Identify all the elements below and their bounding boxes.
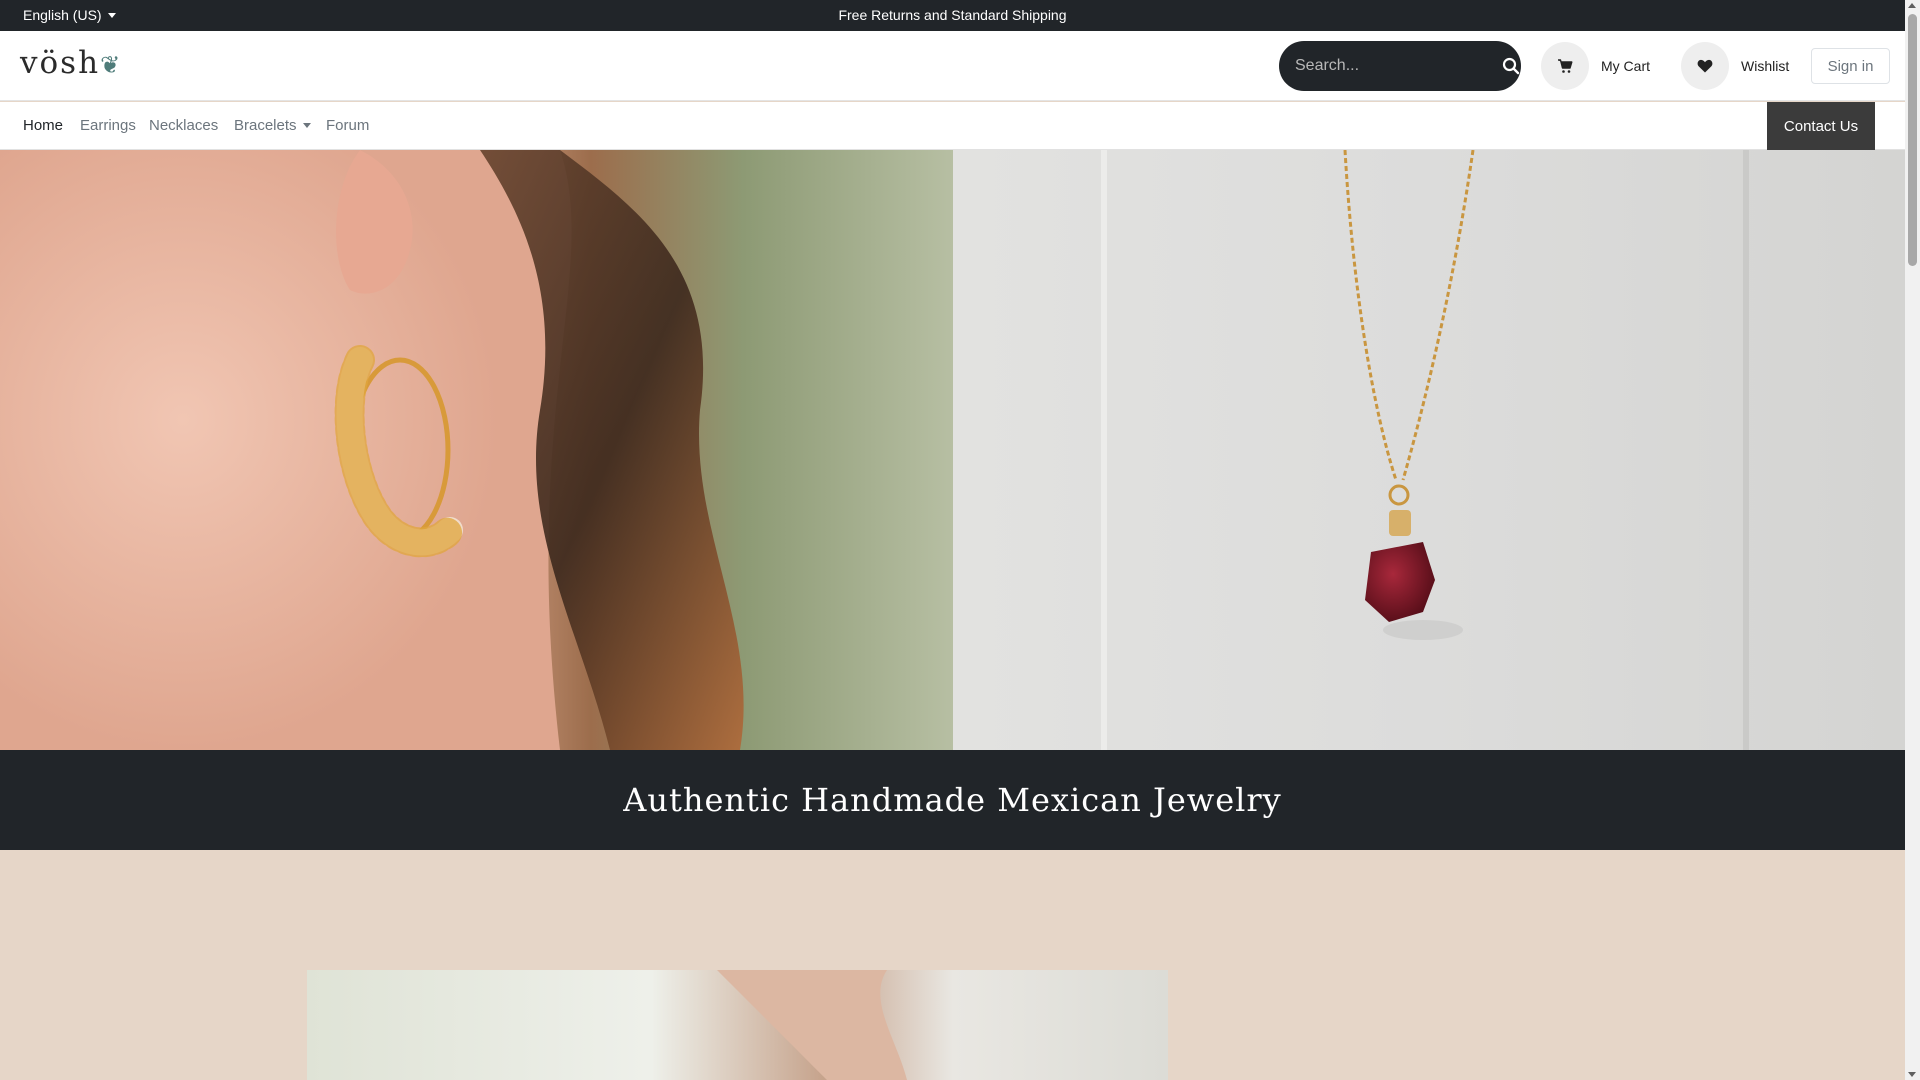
site-logo[interactable]: vösh❦	[20, 45, 122, 81]
search-bar	[1279, 41, 1521, 91]
scroll-down-icon[interactable]	[1908, 1072, 1916, 1077]
hero-section	[0, 150, 1905, 750]
nav-item-label: Forum	[326, 117, 370, 134]
bracelet-photo	[307, 970, 1168, 1080]
logo-mark: ❦	[100, 51, 123, 79]
cart-icon	[1558, 58, 1573, 73]
search-input[interactable]	[1295, 57, 1502, 75]
scroll-thumb[interactable]	[1908, 14, 1917, 266]
heart-icon-wrap	[1681, 42, 1729, 90]
heart-icon	[1697, 59, 1713, 73]
nav-item-home[interactable]: Home	[23, 117, 63, 134]
my-cart-link[interactable]: My Cart	[1541, 41, 1650, 91]
page-scrollbar[interactable]	[1905, 0, 1920, 1080]
search-icon	[1502, 57, 1520, 75]
nav-item-label: Bracelets	[234, 117, 297, 134]
main-navigation: Home Earrings Necklaces Bracelets Forum …	[0, 102, 1905, 150]
nav-item-bracelets[interactable]: Bracelets	[234, 117, 311, 134]
necklace-photo	[953, 150, 1905, 750]
cart-icon-wrap	[1541, 42, 1589, 90]
earring-photo	[0, 150, 953, 750]
announcement-text: Free Returns and Standard Shipping	[838, 7, 1067, 23]
sign-in-button[interactable]: Sign in	[1811, 48, 1890, 84]
announcement-bar: English (US) Free Returns and Standard S…	[0, 0, 1905, 31]
nav-item-label: Earrings	[80, 117, 136, 134]
cart-label: My Cart	[1601, 58, 1650, 74]
wishlist-label: Wishlist	[1741, 58, 1790, 74]
logo-text: vösh	[20, 45, 101, 81]
wishlist-link[interactable]: Wishlist	[1681, 41, 1789, 91]
scroll-up-icon[interactable]	[1908, 3, 1916, 8]
contact-us-button[interactable]: Contact Us	[1767, 102, 1875, 150]
site-header: vösh❦ My Cart Wishlist Sign in	[0, 31, 1905, 101]
nav-item-label: Necklaces	[149, 117, 219, 134]
search-button[interactable]	[1502, 54, 1520, 78]
banner-title: Authentic Handmade Mexican Jewelry	[623, 781, 1282, 819]
nav-item-forum[interactable]: Forum	[326, 117, 369, 134]
nav-item-label: Home	[23, 117, 64, 134]
hero-banner: Authentic Handmade Mexican Jewelry	[0, 750, 1905, 850]
chevron-down-icon	[302, 123, 311, 128]
nav-item-earrings[interactable]: Earrings	[80, 117, 136, 134]
nav-item-necklaces[interactable]: Necklaces	[149, 117, 218, 134]
